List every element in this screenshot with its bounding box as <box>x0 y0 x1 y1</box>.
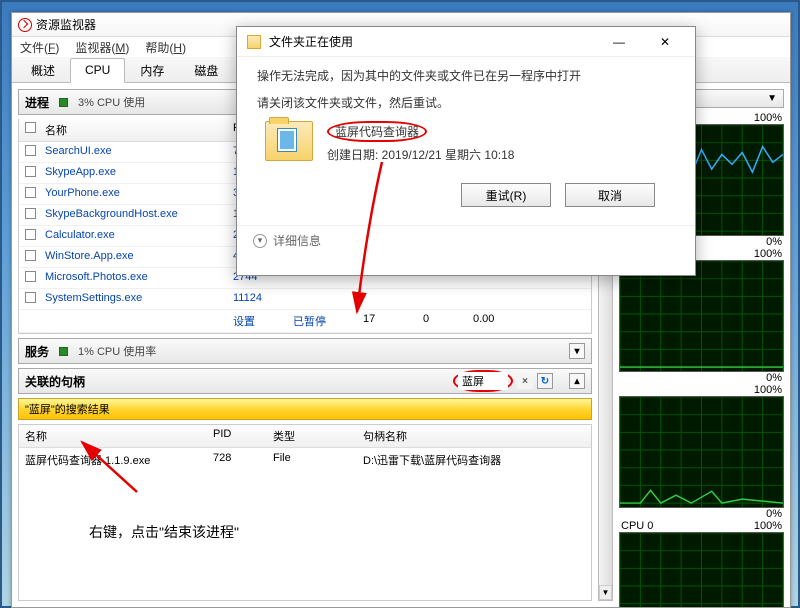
process-name: Calculator.exe <box>39 226 227 246</box>
chart-block: CPU 0100% 0% <box>619 520 784 607</box>
dialog-folder-date: 创建日期: 2019/12/21 星期六 10:18 <box>327 146 514 163</box>
tab-cpu[interactable]: CPU <box>70 58 125 83</box>
cpu-chart <box>619 260 784 372</box>
cancel-button[interactable]: 取消 <box>565 183 655 207</box>
col-name[interactable]: 名称 <box>39 119 227 141</box>
handle-type: File <box>267 449 357 471</box>
section-handles-title: 关联的句柄 <box>25 373 85 390</box>
minimize-button[interactable]: — <box>599 28 639 56</box>
dialog-message-2: 请关闭该文件夹或文件，然后重试。 <box>257 94 675 111</box>
checkbox[interactable] <box>25 187 36 198</box>
chart-title: CPU 0 <box>621 520 653 532</box>
chart-max: 100% <box>754 520 782 532</box>
dialog-titlebar[interactable]: 文件夹正在使用 — ✕ <box>237 27 695 57</box>
menu-monitor[interactable]: 监视器(M) <box>75 39 129 56</box>
chart-min: 0% <box>766 236 782 248</box>
col-name[interactable]: 名称 <box>19 425 207 447</box>
checkbox[interactable] <box>25 229 36 240</box>
checkbox[interactable] <box>25 166 36 177</box>
chart-max: 100% <box>754 248 782 260</box>
dialog-title: 文件夹正在使用 <box>269 33 353 50</box>
section-handles-header[interactable]: 关联的句柄 × ↻ ▴ <box>18 368 592 394</box>
window-title: 资源监视器 <box>36 16 96 33</box>
col-pid[interactable]: PID <box>207 425 267 447</box>
annotation-text: 右键，点击"结束该进程" <box>89 522 591 542</box>
app-icon <box>18 18 32 32</box>
handle-table-header: 名称 PID 类型 句柄名称 <box>19 425 591 448</box>
process-pid: 11124 <box>227 289 287 309</box>
checkbox[interactable] <box>25 292 36 303</box>
chevron-down-icon[interactable]: ▾ <box>569 343 585 359</box>
dropdown-icon[interactable]: ▼ <box>767 93 777 104</box>
close-button[interactable]: ✕ <box>645 28 685 56</box>
search-input[interactable] <box>458 372 508 390</box>
section-processes-title: 进程 <box>25 94 49 111</box>
handle-path: D:\迅雷下载\蓝屏代码查询器 <box>357 449 591 471</box>
handle-search: × ↻ <box>453 370 553 392</box>
cpu-chart <box>619 532 784 607</box>
section-services-title: 服务 <box>25 343 49 360</box>
checkbox-all[interactable] <box>25 122 36 133</box>
cpu-chart <box>619 396 784 508</box>
details-label: 详细信息 <box>273 232 321 249</box>
retry-button[interactable]: 重试(R) <box>461 183 551 207</box>
clear-search-button[interactable]: × <box>517 373 533 389</box>
chart-min: 0% <box>766 508 782 520</box>
menu-file[interactable]: 文件(F) <box>20 39 59 56</box>
col-handle-name[interactable]: 句柄名称 <box>357 425 591 447</box>
handle-name: 蓝屏代码查询器 1.1.9.exe <box>19 449 207 471</box>
details-toggle[interactable]: ▾ 详细信息 <box>237 225 695 255</box>
checkbox[interactable] <box>25 208 36 219</box>
dialog-message-1: 操作无法完成，因为其中的文件夹或文件已在另一程序中打开 <box>257 67 675 84</box>
scroll-down-button[interactable]: ▼ <box>599 585 612 600</box>
chart-max: 100% <box>754 384 782 396</box>
handle-table: 名称 PID 类型 句柄名称 蓝屏代码查询器 1.1.9.exe 728 Fil… <box>18 424 592 601</box>
folder-icon <box>247 35 261 49</box>
folder-in-use-dialog: 文件夹正在使用 — ✕ 操作无法完成，因为其中的文件夹或文件已在另一程序中打开 … <box>236 26 696 276</box>
chevron-down-icon: ▾ <box>253 234 267 248</box>
cpu-indicator-icon <box>59 98 68 107</box>
process-name: Microsoft.Photos.exe <box>39 268 227 288</box>
process-extra-row[interactable]: 设置 已暂停 17 0 0.00 <box>19 310 591 333</box>
col-type[interactable]: 类型 <box>267 425 357 447</box>
section-services-header[interactable]: 服务 1% CPU 使用率 ▾ <box>18 338 592 364</box>
refresh-button[interactable]: ↻ <box>537 373 553 389</box>
chart-max: 100% <box>754 112 782 124</box>
process-cpu-stat: 3% CPU 使用 <box>78 94 145 110</box>
process-name: SearchUI.exe <box>39 142 227 162</box>
chart-min: 0% <box>766 372 782 384</box>
process-name: SkypeBackgroundHost.exe <box>39 205 227 225</box>
checkbox[interactable] <box>25 145 36 156</box>
folder-large-icon <box>265 121 313 161</box>
search-results-banner: "蓝屏"的搜索结果 <box>18 398 592 420</box>
process-row[interactable]: SystemSettings.exe 11124 <box>19 289 591 310</box>
process-name: SkypeApp.exe <box>39 163 227 183</box>
handle-pid: 728 <box>207 449 267 471</box>
handle-row[interactable]: 蓝屏代码查询器 1.1.9.exe 728 File D:\迅雷下载\蓝屏代码查… <box>19 448 591 472</box>
dialog-folder-name: 蓝屏代码查询器 <box>327 121 427 142</box>
chevron-up-icon[interactable]: ▴ <box>569 373 585 389</box>
tab-overview[interactable]: 概述 <box>16 57 70 82</box>
checkbox[interactable] <box>25 250 36 261</box>
service-cpu-stat: 1% CPU 使用率 <box>78 343 156 359</box>
process-name: YourPhone.exe <box>39 184 227 204</box>
cpu-indicator-icon <box>59 347 68 356</box>
checkbox[interactable] <box>25 271 36 282</box>
tab-memory[interactable]: 内存 <box>125 57 179 82</box>
menu-help[interactable]: 帮助(H) <box>145 39 186 56</box>
process-name: WinStore.App.exe <box>39 247 227 267</box>
chart-block: 100% 0% <box>619 384 784 520</box>
tab-disk[interactable]: 磁盘 <box>179 57 233 82</box>
process-name: SystemSettings.exe <box>39 289 227 309</box>
